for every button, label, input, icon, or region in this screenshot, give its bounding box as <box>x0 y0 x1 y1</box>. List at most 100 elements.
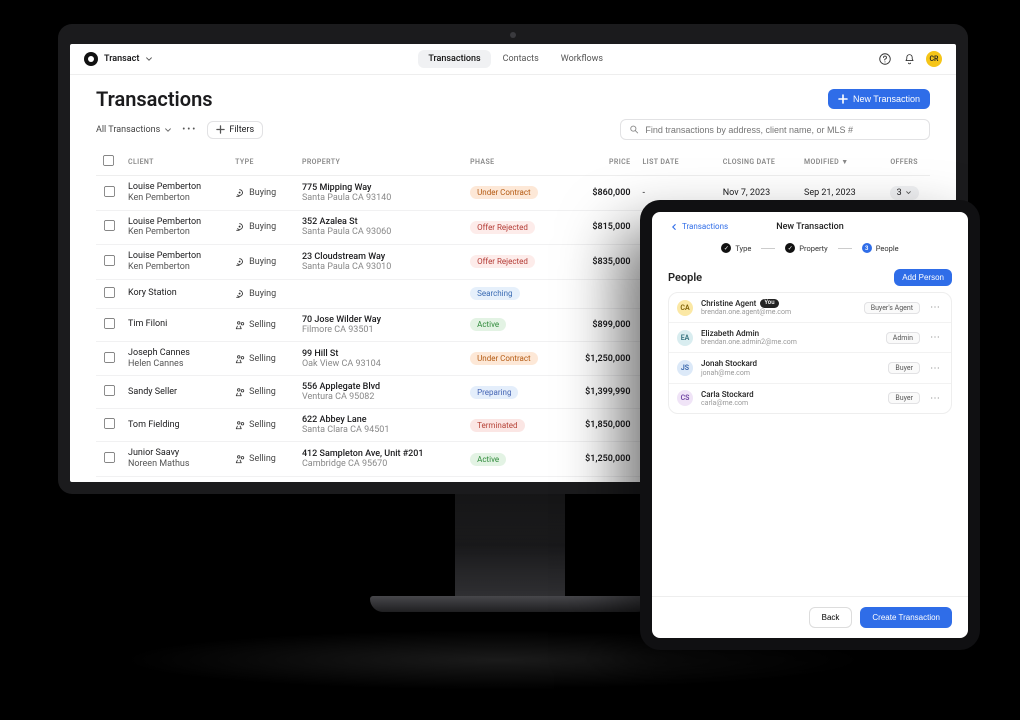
add-person-button[interactable]: Add Person <box>894 269 952 286</box>
col-offers[interactable]: OFFERS <box>878 148 930 176</box>
property-cell: 70 Jose Wilder WayFilmore CA 93501 <box>296 308 464 341</box>
row-checkbox[interactable] <box>103 220 114 231</box>
top-nav: Transactions Contacts Workflows <box>418 50 613 68</box>
person-more-button[interactable]: ⋯ <box>928 302 943 313</box>
nav-tab-contacts[interactable]: Contacts <box>493 50 549 68</box>
property-cell: 556 Applegate BlvdVentura CA 95082 <box>296 376 464 409</box>
person-role: Admin <box>886 332 920 344</box>
person-row[interactable]: EA Elizabeth Admin brendan.one.admin2@me… <box>669 323 951 353</box>
row-checkbox[interactable] <box>103 186 114 197</box>
tablet-screen: Transactions New Transaction ✓ Type ✓ Pr… <box>652 212 968 638</box>
nav-tab-workflows[interactable]: Workflows <box>551 50 613 68</box>
col-type[interactable]: TYPE <box>229 148 296 176</box>
user-avatar[interactable]: CR <box>926 51 942 67</box>
property-cell <box>296 279 464 308</box>
phase-cell: Offer Rejected <box>464 245 564 280</box>
price-cell: $1,250,000 <box>564 442 636 477</box>
phase-cell: Offer Rejected <box>464 210 564 245</box>
client-cell: Louise PembertonKen Pemberton <box>122 176 229 211</box>
nav-tab-transactions[interactable]: Transactions <box>418 50 490 68</box>
check-icon: ✓ <box>721 243 731 253</box>
phase-cell: Under Contract <box>464 476 564 482</box>
you-badge: You <box>760 299 778 308</box>
auction-icon <box>235 454 245 464</box>
client-cell: Tim Filoni <box>122 308 229 341</box>
phase-cell: Active <box>464 442 564 477</box>
step-property[interactable]: ✓ Property <box>785 243 827 253</box>
key-icon <box>235 188 245 198</box>
type-cell: Buying <box>229 279 296 308</box>
key-icon <box>235 257 245 267</box>
property-cell: 99 Hill StOak View CA 93104 <box>296 341 464 376</box>
client-cell: Louise PembertonKen Pemberton <box>122 245 229 280</box>
property-cell: 84 Cherry Lane, Unit 48Sacramento CA 958… <box>296 476 464 482</box>
col-client[interactable]: CLIENT <box>122 148 229 176</box>
type-cell: Selling <box>229 442 296 477</box>
bell-icon[interactable] <box>902 52 916 66</box>
property-cell: 775 Mipping WaySanta Paula CA 93140 <box>296 176 464 211</box>
person-row[interactable]: CS Carla Stockard carla@me.com Buyer ⋯ <box>669 384 951 413</box>
col-property[interactable]: PROPERTY <box>296 148 464 176</box>
person-row[interactable]: JS Jonah Stockard jonah@me.com Buyer ⋯ <box>669 353 951 383</box>
type-cell: Buying <box>229 245 296 280</box>
row-checkbox[interactable] <box>103 352 114 363</box>
col-list[interactable]: LIST DATE <box>636 148 716 176</box>
auction-icon <box>235 420 245 430</box>
row-checkbox[interactable] <box>103 452 114 463</box>
property-cell: 622 Abbey LaneSanta Clara CA 94501 <box>296 409 464 442</box>
phase-cell: Terminated <box>464 409 564 442</box>
row-checkbox[interactable] <box>103 318 114 329</box>
row-checkbox[interactable] <box>103 418 114 429</box>
price-cell: $899,000 <box>564 308 636 341</box>
col-modified[interactable]: MODIFIED ▼ <box>798 148 878 176</box>
client-cell: Kory Station <box>122 279 229 308</box>
type-cell: Selling <box>229 341 296 376</box>
type-cell: Selling <box>229 376 296 409</box>
search-icon <box>629 124 639 135</box>
filters-button[interactable]: Filters <box>207 121 263 139</box>
row-checkbox[interactable] <box>103 255 114 266</box>
more-actions-button[interactable]: ••• <box>182 125 197 135</box>
key-icon <box>235 289 245 299</box>
select-all-checkbox[interactable] <box>103 155 114 166</box>
person-more-button[interactable]: ⋯ <box>928 332 943 343</box>
client-cell: Sandy Seller <box>122 376 229 409</box>
step-type[interactable]: ✓ Type <box>721 243 751 253</box>
type-cell: Buying <box>229 210 296 245</box>
person-info: Elizabeth Admin brendan.one.admin2@me.co… <box>701 329 878 346</box>
plus-icon <box>838 94 848 104</box>
create-transaction-button[interactable]: Create Transaction <box>860 607 952 628</box>
auction-icon <box>235 387 245 397</box>
row-checkbox[interactable] <box>103 287 114 298</box>
step-people[interactable]: 3 People <box>862 243 899 253</box>
back-button[interactable]: Back <box>809 607 853 628</box>
col-price[interactable]: PRICE <box>564 148 636 176</box>
type-cell: Buying <box>229 176 296 211</box>
help-icon[interactable] <box>878 52 892 66</box>
brand-menu[interactable]: Transact <box>84 52 153 66</box>
client-cell: Junior SaavyNoreen Mathus <box>122 442 229 477</box>
filter-dropdown[interactable]: All Transactions <box>96 125 172 135</box>
search-field[interactable] <box>645 125 921 135</box>
section-title: People <box>668 271 702 284</box>
page-title: Transactions <box>96 87 213 111</box>
phase-cell: Searching <box>464 279 564 308</box>
person-more-button[interactable]: ⋯ <box>928 363 943 374</box>
person-row[interactable]: CA Christine Agent You brendan.one.agent… <box>669 293 951 323</box>
offers-pill[interactable]: 3 <box>890 186 919 200</box>
new-transaction-button[interactable]: New Transaction <box>828 89 930 109</box>
client-cell: Louise PembertonKen Pemberton <box>122 210 229 245</box>
type-cell: Buying <box>229 476 296 482</box>
col-close[interactable]: CLOSING DATE <box>717 148 798 176</box>
search-input[interactable] <box>620 119 930 140</box>
check-icon: ✓ <box>785 243 795 253</box>
col-phase[interactable]: PHASE <box>464 148 564 176</box>
person-more-button[interactable]: ⋯ <box>928 393 943 404</box>
row-checkbox[interactable] <box>103 385 114 396</box>
sort-desc-icon: ▼ <box>841 158 848 166</box>
chevron-down-icon <box>905 189 912 196</box>
tablet-page-title: New Transaction <box>652 222 968 232</box>
price-cell: $860,000 <box>564 176 636 211</box>
people-list: CA Christine Agent You brendan.one.agent… <box>668 292 952 414</box>
person-role: Buyer <box>888 362 920 374</box>
